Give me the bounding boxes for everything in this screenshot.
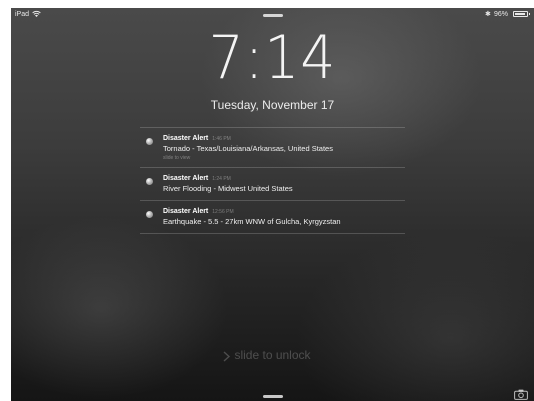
control-center-grabber[interactable] <box>263 395 283 398</box>
notification-message: Earthquake - 5.5 - 27km WNW of Gulcha, K… <box>163 217 341 226</box>
notification-message: Tornado - Texas/Louisiana/Arkansas, Unit… <box>163 144 333 153</box>
battery-percent: 96% <box>494 11 509 18</box>
notification-slide-hint: slide to view <box>163 155 191 161</box>
slide-to-unlock-slider[interactable]: slide to unlock <box>11 348 534 362</box>
camera-icon[interactable] <box>514 389 528 400</box>
notification-app-name: Disaster Alert <box>163 208 209 215</box>
notification-app-name: Disaster Alert <box>163 175 209 182</box>
divider <box>140 233 405 234</box>
notification-item[interactable]: Disaster Alert 1:24 PM River Flooding - … <box>140 168 405 200</box>
notification-center-grabber[interactable] <box>263 14 283 17</box>
notification-list: Disaster Alert 1:46 PM Tornado - Texas/L… <box>140 127 405 234</box>
battery-icon <box>513 11 530 17</box>
lock-date: Tuesday, November 17 <box>210 98 335 112</box>
notification-item[interactable]: Disaster Alert 12:56 PM Earthquake - 5.5… <box>140 201 405 233</box>
notification-item[interactable]: Disaster Alert 1:46 PM Tornado - Texas/L… <box>140 128 405 167</box>
lock-screen: iPad ✱ 96% 7:14 Tuesday, November 17 Dis… <box>11 8 534 401</box>
disaster-alert-app-icon <box>146 211 153 218</box>
notification-time: 1:46 PM <box>212 136 231 142</box>
disaster-alert-app-icon <box>146 138 153 145</box>
wifi-icon <box>32 10 41 17</box>
carrier-label: iPad <box>15 11 30 18</box>
notification-app-name: Disaster Alert <box>163 135 209 142</box>
notification-time: 12:56 PM <box>212 209 234 215</box>
bluetooth-icon: ✱ <box>485 11 491 18</box>
lock-time: 7:14 <box>208 23 337 93</box>
notification-message: River Flooding - Midwest United States <box>163 184 293 193</box>
disaster-alert-app-icon <box>146 178 153 185</box>
notification-time: 1:24 PM <box>212 176 231 182</box>
